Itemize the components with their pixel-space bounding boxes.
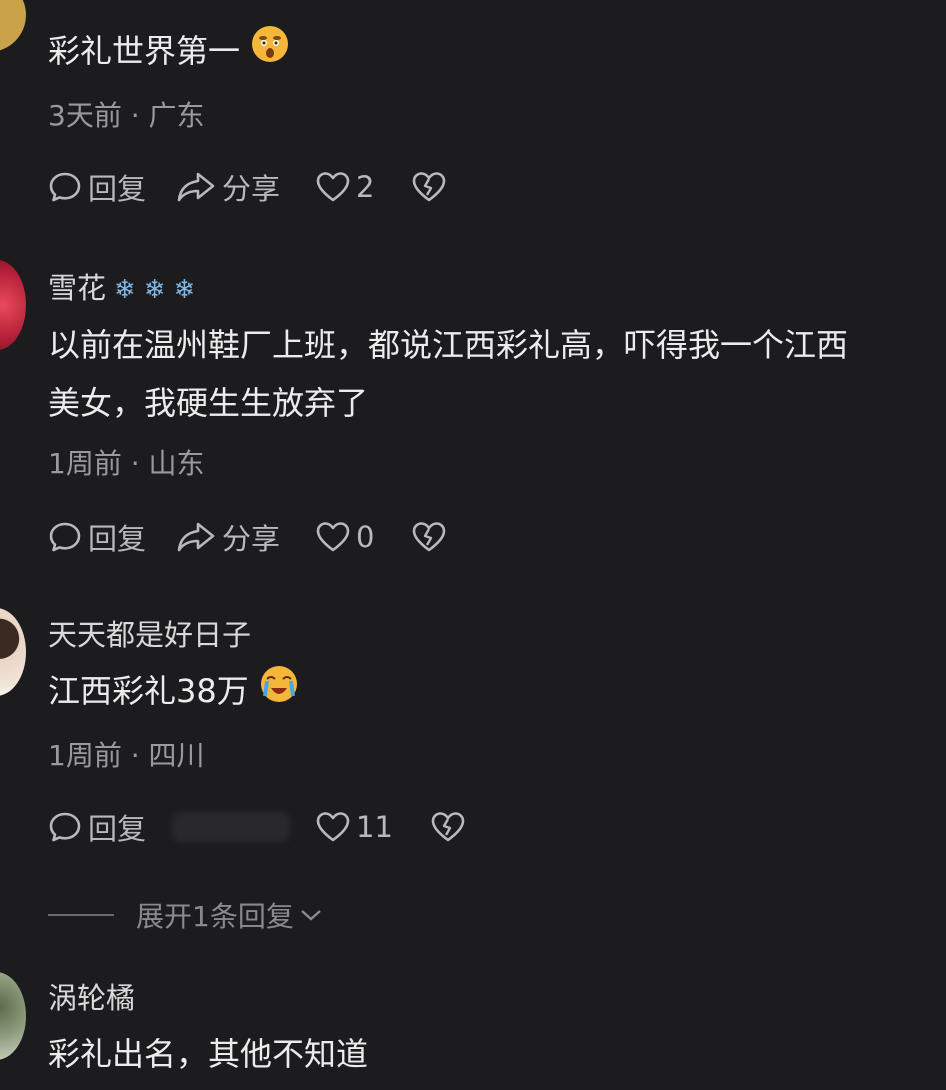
username-text: 雪花: [48, 271, 107, 305]
comment-text-line: 美女，我硬生生放弃了: [48, 384, 369, 422]
comment-meta: 3天前 · 广东: [48, 99, 205, 132]
snowflake-icon: ❄: [143, 275, 166, 305]
broken-heart-icon: [431, 812, 465, 842]
comment-text: 彩礼世界第一: [48, 22, 290, 82]
chevron-down-icon: [301, 910, 321, 921]
avatar[interactable]: [0, 0, 26, 52]
comment-meta: 1周前 · 四川: [48, 739, 205, 772]
heart-icon: [316, 522, 350, 552]
like-button[interactable]: 11: [316, 810, 393, 844]
comment-text-line: 以前在温州鞋厂上班，都说江西彩礼高，吓得我一个江西: [48, 326, 849, 364]
comment-username: 天天都是好日子: [48, 618, 252, 652]
expand-divider: [48, 914, 114, 916]
reply-bubble-icon: [49, 812, 81, 842]
comment-text-content: 江西彩礼38万: [48, 672, 249, 710]
comment-actions: 回复 分享 2: [48, 167, 446, 207]
reply-label: 回复: [88, 812, 147, 846]
comment-text-content: 彩礼世界第一: [48, 32, 241, 70]
reply-button[interactable]: 回复: [48, 806, 146, 848]
avatar[interactable]: [0, 972, 26, 1060]
astonished-emoji-icon: [250, 24, 290, 82]
share-label: 分享: [222, 522, 281, 556]
share-arrow-icon: [177, 522, 215, 552]
share-button-blurred[interactable]: [172, 812, 291, 842]
expand-replies-label: 展开1条回复: [136, 900, 294, 933]
avatar[interactable]: [0, 260, 26, 350]
share-button[interactable]: 分享: [176, 516, 280, 558]
snowflake-icon: ❄: [173, 275, 196, 305]
reply-button[interactable]: 回复: [48, 166, 146, 208]
comment-text: 江西彩礼38万: [48, 662, 299, 722]
comment-actions: 回复 分享 0: [48, 517, 446, 557]
share-button[interactable]: 分享: [176, 166, 280, 208]
loudly-crying-emoji-icon: [259, 664, 299, 722]
broken-heart-icon: [413, 172, 446, 202]
reply-button[interactable]: 回复: [48, 516, 146, 558]
dislike-button[interactable]: [412, 521, 446, 553]
avatar[interactable]: [0, 608, 26, 696]
reply-bubble-icon: [49, 522, 81, 552]
like-button[interactable]: 2: [316, 170, 374, 204]
broken-heart-icon: [413, 522, 446, 552]
comment-meta: 1周前 · 山东: [48, 447, 205, 480]
like-count: 0: [356, 520, 375, 554]
reply-label: 回复: [88, 522, 147, 556]
share-label: 分享: [222, 172, 281, 206]
comment-username: 雪花 ❄ ❄ ❄: [48, 265, 195, 307]
comment-text: 彩礼出名，其他不知道: [48, 1035, 369, 1073]
snowflake-icon: ❄: [114, 275, 136, 305]
comment-username: 涡轮橘: [48, 981, 136, 1015]
share-arrow-icon: [177, 172, 215, 202]
heart-icon: [316, 172, 350, 202]
like-count: 2: [356, 170, 375, 204]
dislike-button[interactable]: [431, 811, 465, 843]
reply-bubble-icon: [49, 172, 81, 202]
like-count: 11: [356, 810, 393, 844]
like-button[interactable]: 0: [316, 520, 374, 554]
heart-icon: [316, 812, 350, 842]
expand-replies-button[interactable]: 展开1条回复: [48, 895, 324, 935]
comment-actions: 回复 11: [48, 807, 465, 847]
reply-label: 回复: [88, 172, 147, 206]
dislike-button[interactable]: [412, 171, 446, 203]
